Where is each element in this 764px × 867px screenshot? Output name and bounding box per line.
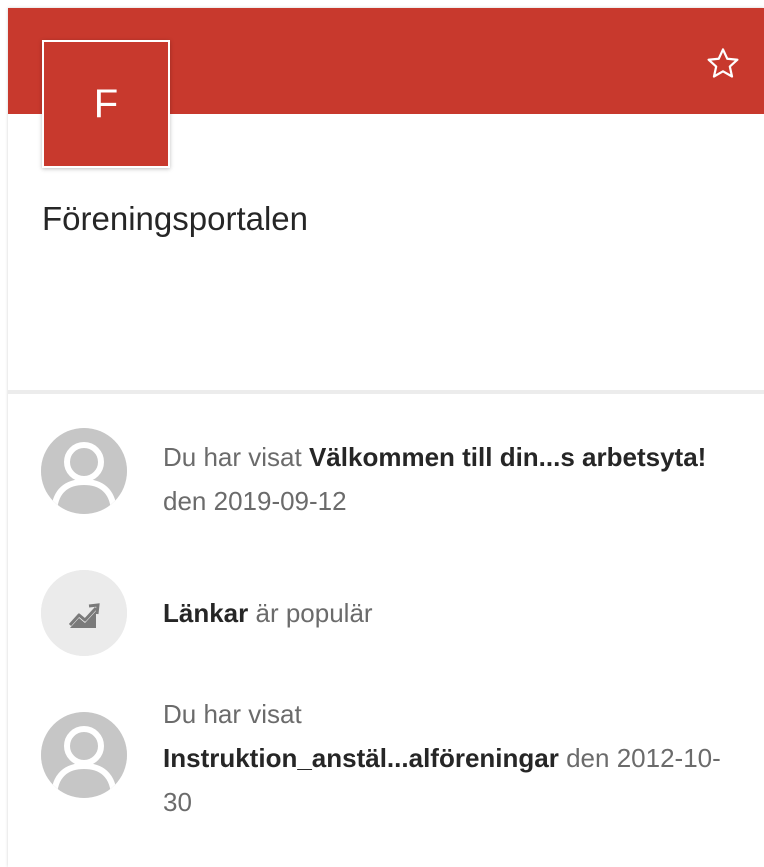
site-logo[interactable]: F xyxy=(42,40,170,168)
site-title[interactable]: Föreningsportalen xyxy=(42,200,308,238)
activity-prefix: Du har visat xyxy=(163,442,302,472)
trending-chart-icon xyxy=(41,570,127,656)
activity-text: Du har visat Välkommen till din...s arbe… xyxy=(163,435,723,523)
activity-item-link[interactable]: Instruktion_anstäl...alföreningar xyxy=(163,743,559,773)
site-card[interactable]: F Föreningsportalen Du har visat Välkomm… xyxy=(8,8,764,867)
person-avatar-icon xyxy=(41,712,127,798)
person-avatar-icon xyxy=(41,428,127,514)
star-icon[interactable] xyxy=(704,45,742,83)
activity-text: Länkar är populär xyxy=(163,591,723,635)
activity-status: är populär xyxy=(255,598,373,628)
divider xyxy=(8,390,764,394)
activity-text: Du har visat Instruktion_anstäl...alföre… xyxy=(163,692,723,824)
activity-date: den 2019-09-12 xyxy=(163,486,347,516)
activity-item-link[interactable]: Länkar xyxy=(163,598,248,628)
activity-item-link[interactable]: Välkommen till din...s arbetsyta! xyxy=(309,442,706,472)
activity-prefix: Du har visat xyxy=(163,699,302,729)
